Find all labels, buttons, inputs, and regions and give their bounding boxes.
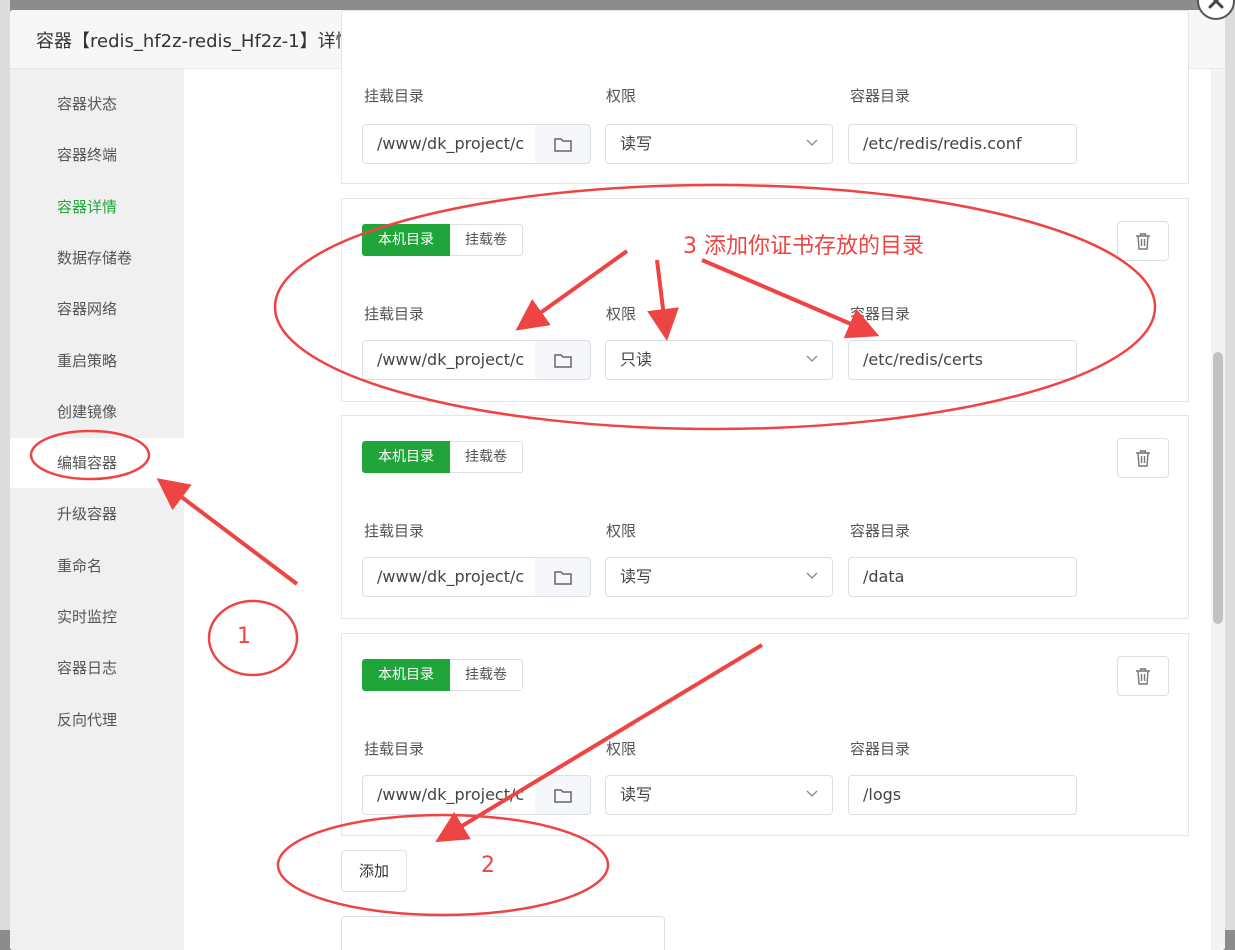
folder-picker-button[interactable] xyxy=(535,124,591,164)
annotation-step1: 1 xyxy=(237,624,251,649)
folder-icon xyxy=(553,788,572,803)
tab-host-dir[interactable]: 本机目录 xyxy=(362,659,450,691)
annotation-step3: 3 添加你证书存放的目录 xyxy=(683,234,924,259)
sidebar-item-details[interactable]: 容器详情 xyxy=(10,182,184,232)
folder-icon xyxy=(553,353,572,368)
sidebar-item-create-image[interactable]: 创建镜像 xyxy=(10,387,184,437)
chevron-down-icon xyxy=(806,139,818,146)
close-icon xyxy=(1208,0,1224,9)
host-path-input[interactable]: /www/dk_project/c xyxy=(362,340,536,380)
trash-icon xyxy=(1136,449,1150,467)
tab-host-dir[interactable]: 本机目录 xyxy=(362,441,450,473)
mount-type-toggle: 本机目录 挂载卷 xyxy=(362,224,523,256)
sidebar-item-volumes[interactable]: 数据存储卷 xyxy=(10,233,184,283)
container-path-input[interactable]: /etc/redis/redis.conf xyxy=(848,124,1077,164)
sidebar-item-reverse-proxy[interactable]: 反向代理 xyxy=(10,695,184,745)
chevron-down-icon xyxy=(806,790,818,797)
mount-card-1: 挂载目录 权限 容器目录 /www/dk_project/c 读写 /etc/r… xyxy=(341,10,1189,184)
tab-volume[interactable]: 挂载卷 xyxy=(450,224,523,256)
folder-picker-button[interactable] xyxy=(535,557,591,597)
sidebar-item-edit-container[interactable]: 编辑容器 xyxy=(10,438,184,488)
tab-volume[interactable]: 挂载卷 xyxy=(450,659,523,691)
folder-picker-button[interactable] xyxy=(535,340,591,380)
scrollbar-thumb[interactable] xyxy=(1213,352,1223,624)
container-dir-label: 容器目录 xyxy=(850,522,911,540)
host-path-input[interactable]: /www/dk_project/c xyxy=(362,557,536,597)
sidebar-item-rename[interactable]: 重命名 xyxy=(10,541,184,591)
mount-card-4: 本机目录 挂载卷 挂载目录 权限 容器目录 /www/dk_project/c … xyxy=(341,633,1189,836)
host-path-input[interactable]: /www/dk_project/c xyxy=(362,124,536,164)
dialog-title: 容器【redis_hf2z-redis_Hf2z-1】详情 xyxy=(36,31,354,52)
sidebar-item-monitor[interactable]: 实时监控 xyxy=(10,592,184,642)
container-detail-dialog: 容器【redis_hf2z-redis_Hf2z-1】详情 容器状态 容器终端 … xyxy=(10,10,1225,950)
trash-icon xyxy=(1136,232,1150,250)
add-mount-button[interactable]: 添加 xyxy=(341,850,407,892)
container-dir-label: 容器目录 xyxy=(850,87,911,105)
next-field[interactable] xyxy=(341,916,665,950)
delete-mount-button[interactable] xyxy=(1117,221,1169,261)
host-dir-label: 挂载目录 xyxy=(364,740,425,758)
permission-label: 权限 xyxy=(606,87,637,105)
sidebar-item-logs[interactable]: 容器日志 xyxy=(10,643,184,693)
sidebar-item-status[interactable]: 容器状态 xyxy=(10,79,184,129)
host-dir-label: 挂载目录 xyxy=(364,87,425,105)
container-path-input[interactable]: /logs xyxy=(848,775,1077,815)
permission-select[interactable]: 读写 xyxy=(605,775,833,815)
container-path-input[interactable]: /data xyxy=(848,557,1077,597)
container-dir-label: 容器目录 xyxy=(850,305,911,323)
folder-picker-button[interactable] xyxy=(535,775,591,815)
permission-label: 权限 xyxy=(606,305,637,323)
permission-select[interactable]: 读写 xyxy=(605,124,833,164)
chevron-down-icon xyxy=(806,355,818,362)
tab-volume[interactable]: 挂载卷 xyxy=(450,441,523,473)
sidebar-item-terminal[interactable]: 容器终端 xyxy=(10,130,184,180)
mount-type-toggle: 本机目录 挂载卷 xyxy=(362,441,523,473)
trash-icon xyxy=(1136,667,1150,685)
backdrop-right xyxy=(1225,0,1235,930)
permission-select[interactable]: 读写 xyxy=(605,557,833,597)
permission-value: 读写 xyxy=(620,785,653,804)
container-dir-label: 容器目录 xyxy=(850,740,911,758)
backdrop-left xyxy=(0,0,10,930)
permission-label: 权限 xyxy=(606,740,637,758)
annotation-step2: 2 xyxy=(481,853,495,878)
folder-icon xyxy=(553,137,572,152)
delete-mount-button[interactable] xyxy=(1117,656,1169,696)
host-dir-label: 挂载目录 xyxy=(364,522,425,540)
sidebar-item-restart-policy[interactable]: 重启策略 xyxy=(10,336,184,386)
permission-value: 只读 xyxy=(620,350,653,369)
container-path-input[interactable]: /etc/redis/certs xyxy=(848,340,1077,380)
tab-host-dir[interactable]: 本机目录 xyxy=(362,224,450,256)
folder-icon xyxy=(553,570,572,585)
host-dir-label: 挂载目录 xyxy=(364,305,425,323)
sidebar-item-network[interactable]: 容器网络 xyxy=(10,284,184,334)
mount-card-3: 本机目录 挂载卷 挂载目录 权限 容器目录 /www/dk_project/c … xyxy=(341,415,1189,619)
sidebar: 容器状态 容器终端 容器详情 数据存储卷 容器网络 重启策略 创建镜像 编辑容器… xyxy=(10,69,184,950)
permission-select[interactable]: 只读 xyxy=(605,340,833,380)
permission-label: 权限 xyxy=(606,522,637,540)
mount-type-toggle: 本机目录 挂载卷 xyxy=(362,659,523,691)
chevron-down-icon xyxy=(806,572,818,579)
delete-mount-button[interactable] xyxy=(1117,438,1169,478)
host-path-input[interactable]: /www/dk_project/c xyxy=(362,775,536,815)
permission-value: 读写 xyxy=(620,567,653,586)
sidebar-item-upgrade[interactable]: 升级容器 xyxy=(10,489,184,539)
permission-value: 读写 xyxy=(620,134,653,153)
